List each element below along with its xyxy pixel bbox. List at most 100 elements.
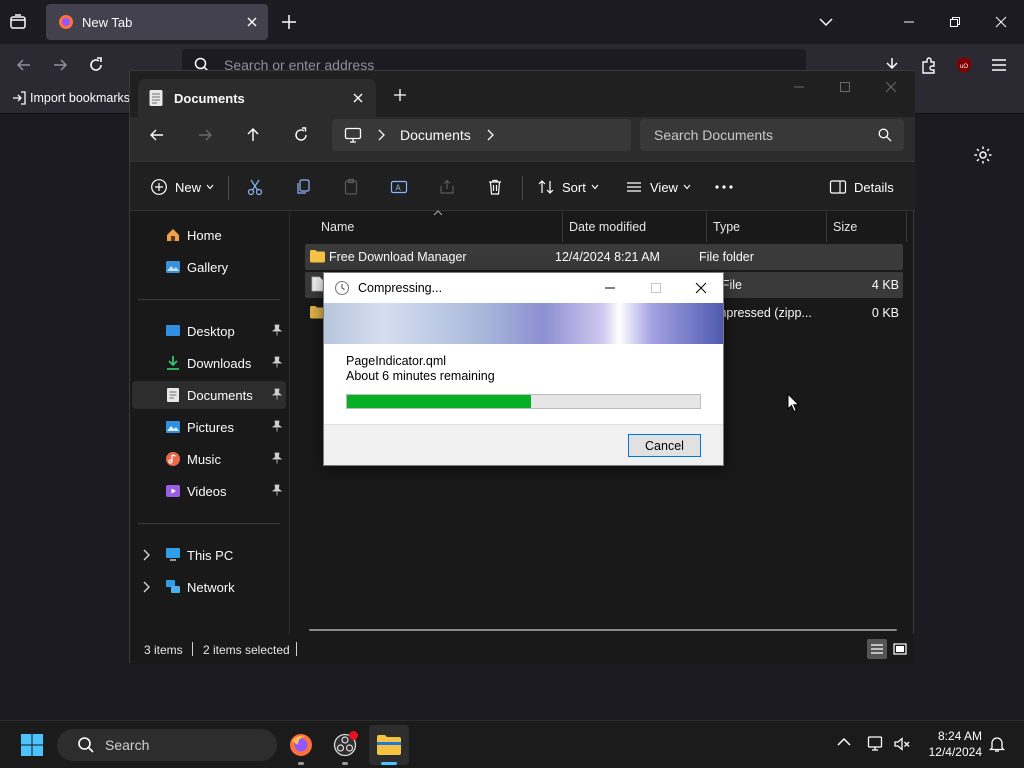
volume-muted-icon[interactable] bbox=[893, 735, 911, 753]
close-tab-icon[interactable] bbox=[246, 16, 258, 28]
taskbar-search-box[interactable]: Search bbox=[57, 729, 277, 761]
sort-button[interactable]: Sort bbox=[537, 162, 599, 212]
chevron-right-icon[interactable] bbox=[485, 129, 495, 141]
taskbar-firefox[interactable] bbox=[281, 725, 321, 765]
cancel-button[interactable]: Cancel bbox=[628, 434, 701, 457]
close-window-button[interactable] bbox=[978, 0, 1024, 44]
pin-icon[interactable] bbox=[272, 356, 282, 368]
rename-button[interactable]: A bbox=[390, 162, 408, 212]
taskbar-clock[interactable]: 8:24 AM 12/4/2024 bbox=[918, 728, 982, 760]
more-options-button[interactable] bbox=[714, 162, 734, 212]
delete-button[interactable] bbox=[486, 162, 504, 212]
nav-item-downloads[interactable]: Downloads bbox=[132, 349, 286, 377]
nav-item-this-pc[interactable]: This PC bbox=[132, 541, 286, 569]
document-icon bbox=[148, 89, 164, 107]
column-divider[interactable] bbox=[562, 212, 563, 242]
column-divider[interactable] bbox=[826, 212, 827, 242]
forward-arrow-icon[interactable] bbox=[50, 55, 70, 75]
column-divider[interactable] bbox=[706, 212, 707, 242]
table-row[interactable]: Free Download Manager 12/4/2024 8:21 AM … bbox=[305, 244, 903, 270]
pin-icon[interactable] bbox=[272, 324, 282, 336]
new-tab-plus-icon[interactable] bbox=[280, 13, 298, 31]
forward-arrow-icon[interactable] bbox=[196, 126, 214, 144]
nav-label: Gallery bbox=[187, 259, 229, 275]
show-hidden-icons-chevron-icon[interactable] bbox=[837, 737, 851, 747]
explorer-tab-documents[interactable]: Documents bbox=[138, 79, 376, 117]
nav-item-gallery[interactable]: Gallery bbox=[132, 253, 286, 281]
nav-item-desktop[interactable]: Desktop bbox=[132, 317, 286, 345]
details-view-icon[interactable] bbox=[867, 639, 887, 659]
close-tab-icon[interactable] bbox=[352, 92, 364, 104]
extensions-puzzle-icon[interactable] bbox=[919, 55, 939, 75]
dialog-footer: Cancel bbox=[324, 424, 723, 465]
hamburger-menu-icon[interactable] bbox=[990, 56, 1008, 74]
restore-button[interactable] bbox=[932, 0, 978, 44]
minimize-button[interactable] bbox=[886, 0, 932, 44]
paste-button[interactable] bbox=[342, 162, 360, 212]
view-button[interactable]: View bbox=[625, 162, 691, 212]
chevron-down-icon bbox=[206, 184, 214, 190]
breadcrumb-documents[interactable]: Documents bbox=[400, 127, 471, 143]
chevron-right-icon[interactable] bbox=[142, 549, 150, 561]
nav-item-videos[interactable]: Videos bbox=[132, 477, 286, 505]
column-header-name[interactable]: Name bbox=[321, 220, 354, 234]
file-date: 12/4/2024 8:21 AM bbox=[555, 250, 660, 264]
nav-item-home[interactable]: Home bbox=[132, 221, 286, 249]
back-arrow-icon[interactable] bbox=[14, 55, 34, 75]
running-indicator bbox=[298, 762, 304, 765]
taskbar-file-explorer[interactable] bbox=[369, 725, 409, 765]
tab-list-icon[interactable] bbox=[8, 12, 28, 32]
minimize-button[interactable] bbox=[604, 282, 616, 294]
breadcrumb[interactable]: Documents bbox=[332, 119, 631, 151]
column-header-type[interactable]: Type bbox=[713, 220, 740, 234]
nav-item-documents[interactable]: Documents bbox=[132, 381, 286, 409]
share-button[interactable] bbox=[438, 162, 456, 212]
settings-gear-icon[interactable] bbox=[973, 145, 993, 165]
column-divider[interactable] bbox=[906, 212, 907, 242]
network-monitor-icon[interactable] bbox=[867, 735, 885, 753]
folder-icon bbox=[309, 249, 326, 263]
chevron-right-icon[interactable] bbox=[142, 581, 150, 593]
close-window-button[interactable] bbox=[884, 80, 898, 94]
large-icons-view-icon[interactable] bbox=[890, 639, 910, 659]
toolbar-divider bbox=[522, 176, 523, 200]
refresh-icon[interactable] bbox=[292, 126, 310, 144]
column-header-size[interactable]: Size bbox=[833, 220, 857, 234]
up-arrow-icon[interactable] bbox=[244, 126, 262, 144]
column-header-date[interactable]: Date modified bbox=[569, 220, 646, 234]
back-arrow-icon[interactable] bbox=[148, 126, 166, 144]
desktop-icon bbox=[164, 322, 182, 340]
maximize-button[interactable] bbox=[650, 282, 662, 294]
import-bookmarks-link[interactable]: Import bookmarks... bbox=[12, 91, 140, 105]
ublock-origin-icon[interactable]: uO bbox=[955, 56, 973, 74]
new-button[interactable]: New bbox=[150, 162, 214, 212]
nav-label: Home bbox=[187, 227, 222, 243]
pin-icon[interactable] bbox=[272, 388, 282, 400]
dialog-title: Compressing... bbox=[358, 281, 443, 295]
taskbar-obs[interactable] bbox=[325, 725, 365, 765]
nav-item-music[interactable]: Music bbox=[132, 445, 286, 473]
minimize-button[interactable] bbox=[792, 80, 806, 94]
notification-bell-icon[interactable] bbox=[988, 735, 1006, 753]
pin-icon[interactable] bbox=[272, 452, 282, 464]
new-tab-plus-icon[interactable] bbox=[393, 88, 407, 102]
scissors-icon bbox=[246, 178, 264, 196]
start-button[interactable] bbox=[12, 725, 52, 765]
copy-button[interactable] bbox=[294, 162, 312, 212]
nav-item-pictures[interactable]: Pictures bbox=[132, 413, 286, 441]
details-pane-button[interactable]: Details bbox=[829, 162, 894, 212]
horizontal-scrollbar[interactable] bbox=[309, 629, 897, 631]
cut-button[interactable] bbox=[246, 162, 264, 212]
pin-icon[interactable] bbox=[272, 420, 282, 432]
nav-item-network[interactable]: Network bbox=[132, 573, 286, 601]
close-dialog-button[interactable] bbox=[695, 282, 707, 294]
maximize-button[interactable] bbox=[838, 80, 852, 94]
search-documents-input[interactable]: Search Documents bbox=[640, 119, 904, 151]
import-bookmarks-label: Import bookmarks... bbox=[30, 91, 141, 105]
reload-icon[interactable] bbox=[86, 55, 106, 75]
list-all-tabs-chevron-icon[interactable] bbox=[818, 15, 834, 29]
tab-title: New Tab bbox=[82, 14, 133, 30]
tab-new-tab[interactable]: New Tab bbox=[46, 4, 268, 40]
windows-logo-icon bbox=[20, 733, 44, 757]
pin-icon[interactable] bbox=[272, 484, 282, 496]
